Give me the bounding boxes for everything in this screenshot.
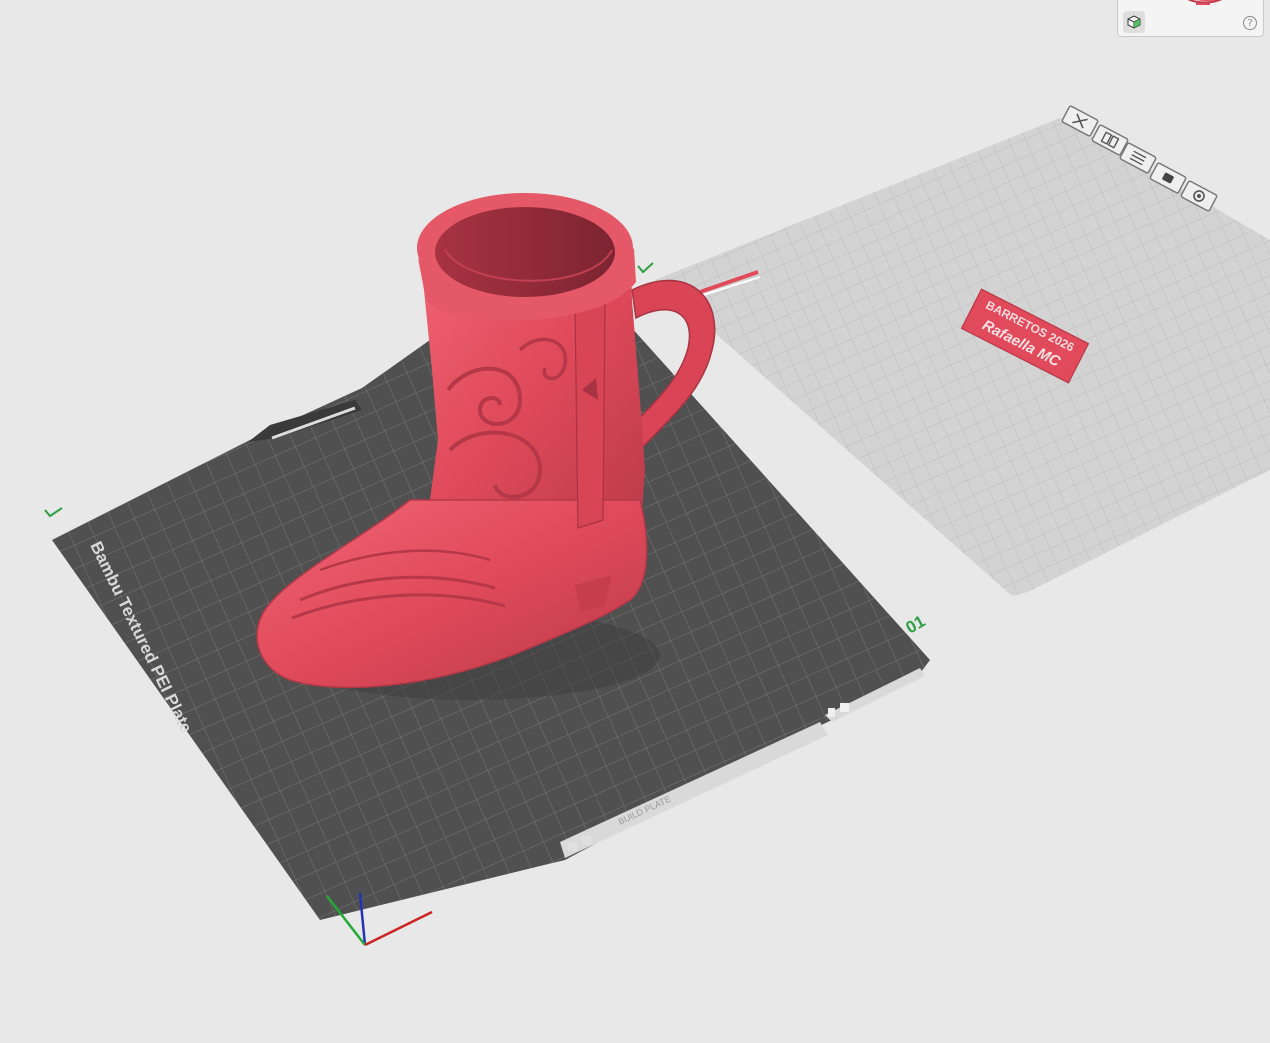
3d-viewport[interactable]: BARRETOS 2026 Rafaella MC Bambu Textured… — [0, 0, 1270, 1038]
view-cube-icon — [1127, 15, 1141, 29]
preview-panel: ? — [1117, 0, 1264, 37]
corner-tick-icon — [637, 262, 654, 274]
plate-number: 01 — [903, 612, 929, 638]
help-button[interactable]: ? — [1243, 16, 1257, 30]
boot-pull-strap — [574, 299, 606, 529]
model-thumbnail[interactable] — [1162, 0, 1232, 11]
mug-opening — [435, 207, 615, 297]
corner-tick-icon — [44, 507, 63, 518]
view-cube-button[interactable] — [1123, 11, 1145, 33]
